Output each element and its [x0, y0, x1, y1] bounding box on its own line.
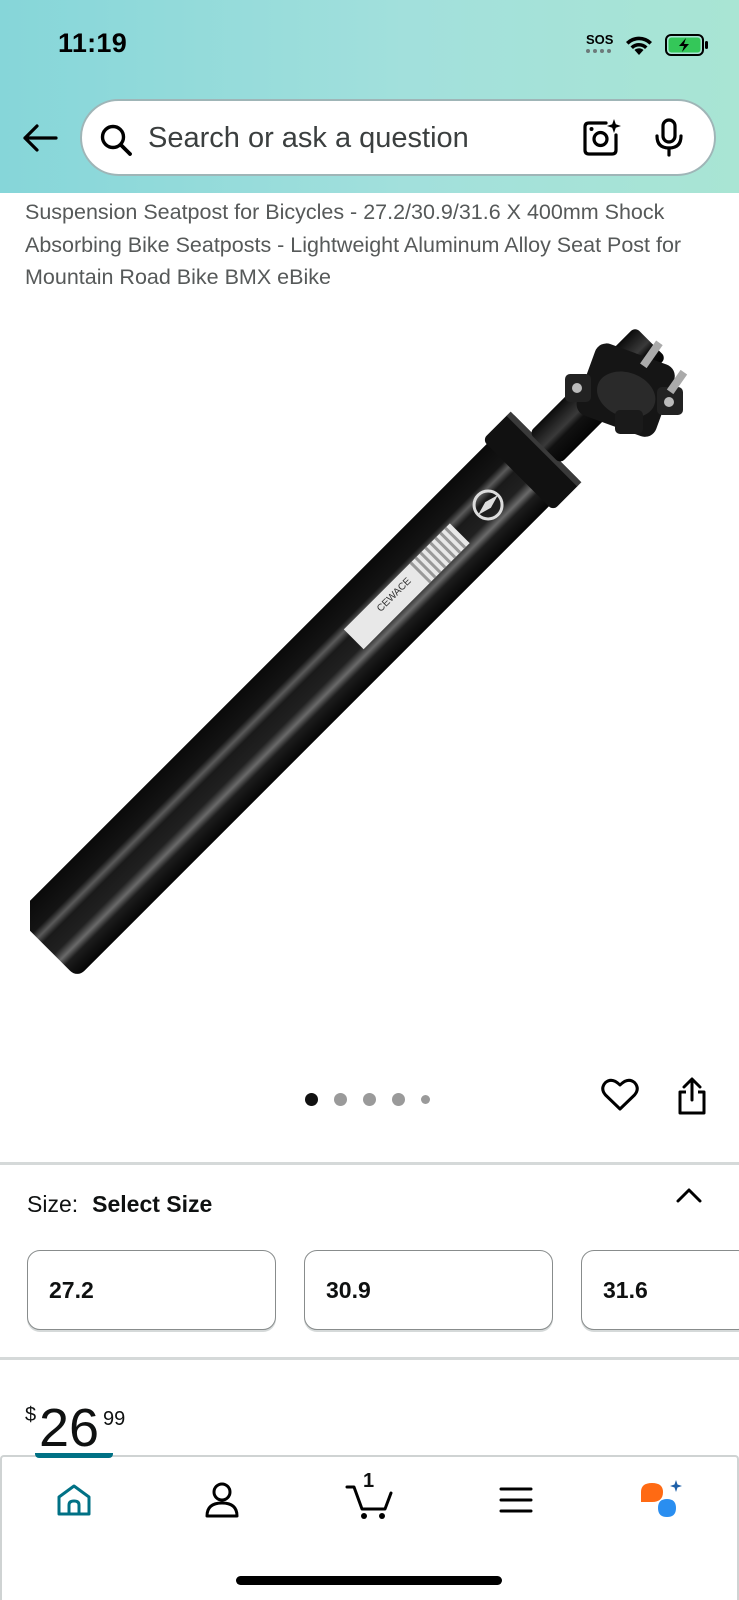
signal-dots [586, 49, 611, 53]
menu-icon [499, 1487, 533, 1513]
status-icons: SOS [586, 30, 709, 60]
heart-icon[interactable] [601, 1078, 639, 1112]
search-icon [100, 124, 132, 156]
price-whole: 26 [39, 1398, 100, 1458]
price-currency: $ [25, 1404, 37, 1426]
carousel-dot[interactable] [421, 1095, 430, 1104]
rufus-icon [641, 1480, 682, 1517]
camera-lens-icon[interactable] [581, 118, 621, 158]
nav-menu[interactable] [492, 1476, 540, 1524]
back-arrow-icon [23, 124, 58, 152]
product-title[interactable]: Suspension Seatpost for Bicycles - 27.2/… [25, 196, 725, 294]
divider [0, 1357, 739, 1360]
header: 11:19 SOS [0, 0, 739, 193]
size-option[interactable]: 30.9 [304, 1250, 553, 1330]
account-icon [205, 1482, 239, 1518]
carousel-dot[interactable] [334, 1093, 347, 1106]
seatpost-photo: CEWACE [19, 329, 688, 974]
wifi-icon [626, 36, 653, 55]
nav-rufus[interactable] [638, 1476, 686, 1524]
share-icon[interactable] [676, 1076, 708, 1116]
search-bar[interactable] [80, 99, 716, 176]
product-image[interactable]: CEWACE [19, 300, 720, 1020]
status-time: 11:19 [58, 28, 128, 58]
home-icon [57, 1484, 91, 1516]
size-label: Size: [27, 1191, 79, 1217]
active-tab-indicator [35, 1453, 113, 1458]
cart-count: 1 [363, 1470, 375, 1492]
sos-indicator: SOS [586, 31, 614, 47]
size-selector-header[interactable]: Size: Select Size [27, 1191, 212, 1218]
price-fraction: 99 [103, 1408, 126, 1430]
search-input[interactable] [148, 121, 568, 155]
size-option[interactable]: 27.2 [27, 1250, 276, 1330]
carousel-dot[interactable] [363, 1093, 376, 1106]
size-selected-value: Select Size [92, 1191, 213, 1217]
divider [0, 1162, 739, 1165]
chevron-up-icon[interactable] [675, 1186, 703, 1204]
size-option[interactable]: 31.6 [581, 1250, 739, 1330]
carousel-dots[interactable] [305, 1093, 430, 1106]
nav-home[interactable] [50, 1476, 98, 1524]
carousel-dot[interactable] [392, 1093, 405, 1106]
carousel-dot[interactable] [305, 1093, 318, 1106]
microphone-icon[interactable] [654, 118, 684, 158]
home-indicator [236, 1576, 502, 1585]
nav-account[interactable] [198, 1476, 246, 1524]
battery-icon [665, 34, 709, 56]
back-button[interactable] [20, 118, 60, 158]
